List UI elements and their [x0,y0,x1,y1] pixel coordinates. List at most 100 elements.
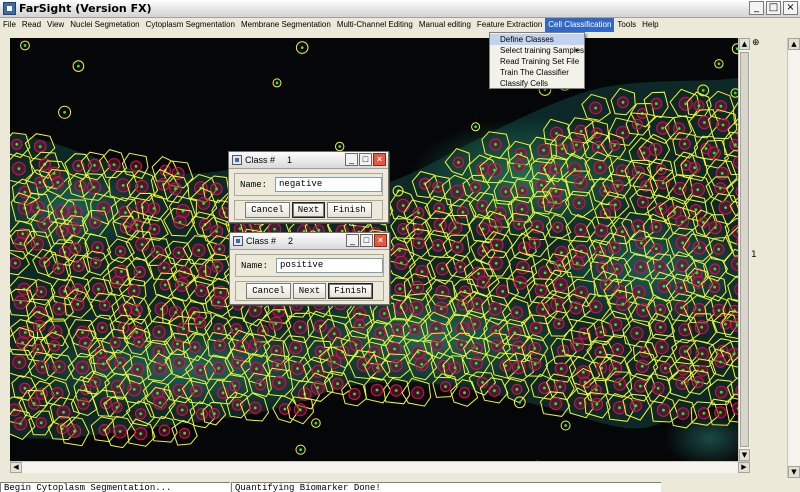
nucleus-center-marker [698,246,701,250]
nucleus-center-marker [152,207,156,210]
nucleus-center-marker [642,151,646,155]
menu-item-classify-cells[interactable]: Classify Cells [490,78,584,89]
vertical-scroll-thumb[interactable] [740,52,749,447]
nucleus-center-marker [614,203,617,207]
nucleus-center-marker [338,145,342,148]
class-dialog-2-title-bar[interactable]: Class # 2 _ □ × [230,233,389,250]
right-scroll-up-arrow-icon[interactable]: ▲ [788,38,800,50]
nucleus-center-marker [637,290,641,294]
window-title-bar[interactable]: FarSight (Version FX) _ □ × [0,0,800,18]
nucleus-center-marker [521,266,525,269]
minimize-button[interactable]: _ [749,1,764,15]
class-name-input[interactable]: negative [275,177,382,192]
nucleus-center-marker [694,208,698,212]
nucleus-center-marker [97,287,100,291]
menu-item-select-training-samples[interactable]: Select training Samples ▸ [490,45,584,56]
nucleus-center-marker [112,163,116,166]
nucleus-center-marker [474,185,477,189]
menu-manual-editing[interactable]: Manual editing [416,18,474,32]
dialog-close-button[interactable]: × [374,234,387,247]
dialog-minimize-button[interactable]: _ [345,153,358,166]
nucleus-center-marker [83,341,87,345]
nucleus-center-marker [298,408,302,412]
menu-help[interactable]: Help [639,18,661,32]
menu-item-read-training-set-file[interactable]: Read Training Set File [490,56,584,67]
nucleus-center-marker [554,167,557,171]
nucleus-center-marker [82,402,85,406]
nucleus-center-marker [717,247,721,251]
name-row: Name: positive [235,254,384,277]
nucleus-center-marker [416,286,419,289]
menu-file[interactable]: File [0,18,19,32]
cancel-button[interactable]: Cancel [245,202,290,218]
nucleus-center-marker [680,264,684,268]
right-panel-scrollbar[interactable]: ▲ ▼ [787,38,800,478]
nucleus-center-marker [635,331,639,335]
nucleus-center-marker [417,211,420,215]
dialog-title-label: Class # [246,236,277,246]
scroll-down-arrow-icon[interactable]: ▼ [739,449,750,461]
nucleus-center-marker [116,385,119,388]
menu-cell-classification[interactable]: Cell Classification [545,18,615,32]
menu-feature-extraction[interactable]: Feature Extraction [474,18,545,32]
dialog-maximize-button[interactable]: □ [359,153,372,166]
nucleus-center-marker [300,46,304,49]
nucleus-center-marker [174,187,177,191]
dialog-maximize-button[interactable]: □ [360,234,373,247]
nucleus-center-marker [558,385,562,389]
nucleus-center-marker [475,302,479,306]
nucleus-center-marker [696,188,700,192]
menu-tools[interactable]: Tools [614,18,639,32]
menu-item-define-classes[interactable]: Define Classes [490,34,584,45]
nucleus-center-marker [494,225,497,229]
menu-multi-channel-editing[interactable]: Multi-Channel Editing [334,18,416,32]
dialog-minimize-button[interactable]: _ [346,234,359,247]
nucleus-center-marker [36,348,40,351]
next-button[interactable]: Next [292,283,327,299]
nucleus-center-marker [719,360,722,364]
nucleus-center-marker [215,230,219,233]
nucleus-center-marker [683,350,687,353]
scroll-left-arrow-icon[interactable]: ◀ [10,462,22,473]
nucleus-center-marker [616,348,619,351]
menu-item-train-the-classifier[interactable]: Train The Classifier [490,67,584,78]
menu-nuclei-segmentation[interactable]: Nuclei Segmetation [67,18,142,32]
vertical-scrollbar[interactable]: ▲ ▼ [738,38,750,461]
cancel-button[interactable]: Cancel [246,283,291,299]
nucleus-center-marker [441,290,444,294]
class-dialog-1-title-bar[interactable]: Class # 1 _ □ × [229,152,388,169]
class-dialog-2: Class # 2 _ □ × Name: positive Cancel Ne… [229,232,390,305]
nucleus-center-marker [217,300,221,304]
nucleus-center-marker [19,301,22,304]
right-scroll-down-arrow-icon[interactable]: ▼ [788,466,800,478]
next-button[interactable]: Next [291,202,326,218]
menu-read[interactable]: Read [19,18,44,32]
nucleus-center-marker [439,307,443,311]
nucleus-center-marker [52,172,56,175]
nucleus-center-marker [163,429,166,432]
horizontal-scrollbar[interactable]: ◀ ▶ [10,461,750,473]
finish-button[interactable]: Finish [327,202,372,218]
scroll-up-arrow-icon[interactable]: ▲ [739,38,750,50]
scroll-right-arrow-icon[interactable]: ▶ [738,462,750,473]
menu-membrane-segmentation[interactable]: Membrane Segmentation [238,18,334,32]
nucleus-center-marker [158,366,162,370]
nucleus-center-marker [495,344,499,347]
nucleus-center-marker [238,227,242,231]
nucleus-center-marker [218,247,221,251]
nucleus-center-marker [717,62,721,66]
nucleus-center-marker [673,210,676,214]
nucleus-center-marker [396,328,399,332]
nucleus-center-marker [233,384,237,388]
close-button[interactable]: × [783,1,798,15]
finish-button[interactable]: Finish [328,283,373,299]
menu-cytoplasm-segmentation[interactable]: Cytoplasm Segmentation [143,18,238,32]
nucleus-center-marker [177,388,181,392]
maximize-button[interactable]: □ [766,1,781,15]
dialog-close-button[interactable]: × [373,153,386,166]
nucleus-center-marker [157,330,161,334]
class-name-input[interactable]: positive [276,258,383,273]
menu-view[interactable]: View [44,18,67,32]
nucleus-center-marker [417,241,421,245]
dock-pin-icon[interactable]: ⊕ [752,38,760,48]
